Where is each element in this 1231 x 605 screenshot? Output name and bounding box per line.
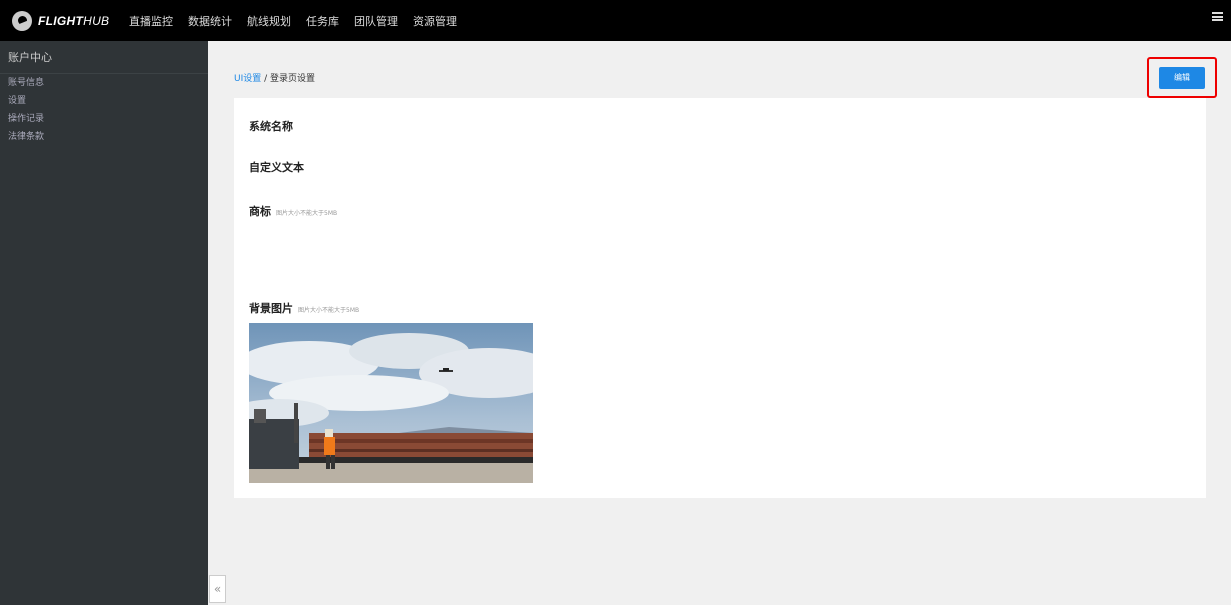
top-navbar: FLIGHTHUB 直播监控 数据统计 航线规划 任务库 团队管理 资源管理 — [0, 0, 1231, 41]
system-name-label: 系统名称 — [249, 120, 293, 133]
nav-item-statistics[interactable]: 数据统计 — [188, 13, 232, 29]
main-nav: 直播监控 数据统计 航线规划 任务库 团队管理 资源管理 — [129, 13, 472, 29]
login-settings-card: 系统名称 自定义文本 商标 图片大小不能大于5MB 背景图片 图片大小不能大于5MB — [234, 98, 1206, 498]
nav-item-route-planning[interactable]: 航线规划 — [247, 13, 291, 29]
edit-button-highlight: 编辑 — [1147, 57, 1217, 98]
logo-field: 商标 图片大小不能大于5MB — [249, 203, 337, 219]
logo-text: FLIGHTHUB — [38, 13, 110, 28]
nav-item-resource-management[interactable]: 资源管理 — [413, 13, 457, 29]
custom-text-label: 自定义文本 — [249, 161, 304, 174]
sidebar-item-settings[interactable]: 设置 — [0, 93, 208, 110]
sidebar-item-operation-log[interactable]: 操作记录 — [0, 111, 208, 128]
sidebar-item-account-info[interactable]: 账号信息 — [0, 75, 208, 92]
background-photo — [249, 323, 533, 483]
logo-icon — [12, 10, 32, 31]
sidebar: 账户中心 账号信息 设置 操作记录 法律条款 — [0, 41, 208, 605]
background-field: 背景图片 图片大小不能大于5MB — [249, 300, 359, 316]
breadcrumb-separator: / — [261, 74, 271, 84]
nav-item-task-library[interactable]: 任务库 — [306, 13, 339, 29]
edit-button[interactable]: 编辑 — [1159, 67, 1205, 89]
sidebar-title: 账户中心 — [0, 41, 208, 74]
background-label: 背景图片 — [249, 302, 293, 315]
sidebar-item-legal-terms[interactable]: 法律条款 — [0, 129, 208, 146]
nav-item-team-management[interactable]: 团队管理 — [354, 13, 398, 29]
nav-item-live-monitor[interactable]: 直播监控 — [129, 13, 173, 29]
background-size-hint: 图片大小不能大于5MB — [298, 306, 360, 314]
breadcrumb-current: 登录页设置 — [270, 74, 316, 84]
sidebar-collapse-button[interactable]: « — [209, 575, 226, 603]
background-image — [249, 323, 533, 483]
breadcrumb-link-ui-settings[interactable]: UI设置 — [234, 74, 261, 84]
app-logo[interactable]: FLIGHTHUB — [12, 10, 124, 31]
logo-label: 商标 — [249, 205, 271, 218]
logo-size-hint: 图片大小不能大于5MB — [276, 209, 338, 217]
hamburger-menu-icon[interactable] — [1212, 12, 1223, 21]
breadcrumb: UI设置 / 登录页设置 — [234, 71, 315, 84]
